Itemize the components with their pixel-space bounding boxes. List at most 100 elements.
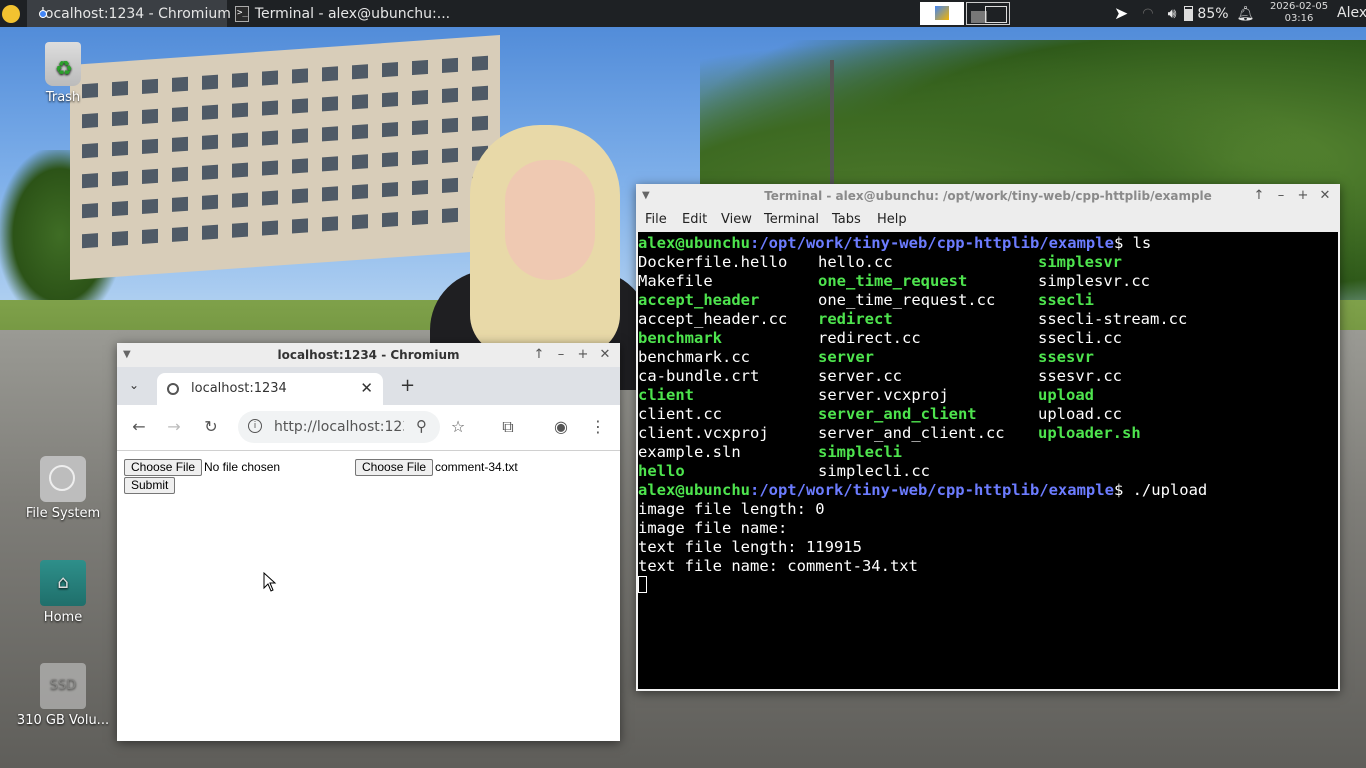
bookmark-star-icon[interactable]: ☆ <box>448 417 468 437</box>
site-info-icon[interactable]: i <box>248 419 262 433</box>
ls-entry-file: server.cc <box>818 367 902 385</box>
ls-output: Dockerfile.hello hello.cc simplesvr Makefil… <box>638 253 1338 481</box>
minimize-icon[interactable]: – <box>550 343 572 367</box>
ls-row: ca-bundle.crt server.cc ssesvr.cc <box>638 367 1338 386</box>
close-icon[interactable]: ✕ <box>1314 184 1336 208</box>
tab-search-icon[interactable]: ⌄ <box>129 378 139 392</box>
terminal-window[interactable]: ▼ Terminal - alex@ubunchu: /opt/work/tin… <box>636 184 1340 691</box>
taskbar-item-chromium[interactable]: localhost:1234 - Chromium <box>27 0 231 27</box>
workspace-2[interactable] <box>966 2 1010 25</box>
terminal-titlebar[interactable]: ▼ Terminal - alex@ubunchu: /opt/work/tin… <box>636 184 1340 208</box>
window-menu-icon[interactable]: ▼ <box>642 184 650 208</box>
drive-icon <box>40 456 86 502</box>
ls-row: benchmark.cc server ssesvr <box>638 348 1338 367</box>
globe-icon <box>167 383 179 395</box>
keep-above-icon[interactable]: ↑ <box>528 343 550 367</box>
extensions-icon[interactable]: ⧉ <box>498 417 518 437</box>
top-panel: localhost:1234 - Chromium >_ Terminal - … <box>0 0 1366 27</box>
ls-entry-file: ca-bundle.crt <box>638 367 760 385</box>
reload-button[interactable]: ↻ <box>201 417 221 437</box>
ls-entry-executable: accept_header <box>638 291 760 309</box>
whisker-menu-icon[interactable] <box>2 5 20 23</box>
forward-button[interactable]: → <box>164 417 184 437</box>
terminal-menubar: File Edit View Terminal Tabs Help <box>636 208 1340 232</box>
terminal-icon: >_ <box>235 5 249 22</box>
ls-entry-executable: ssesvr <box>1038 348 1094 366</box>
ls-entry-file: simplesvr.cc <box>1038 272 1150 290</box>
output-line: text file length: 119915 <box>638 538 862 556</box>
prompt-line: alex@ubunchu:/opt/work/tiny-web/cpp-http… <box>638 234 1152 252</box>
taskbar-item-terminal[interactable]: >_ Terminal - alex@ubunchu:... <box>227 0 450 27</box>
battery-icon[interactable] <box>1184 6 1194 21</box>
ls-entry-executable: redirect <box>818 310 893 328</box>
desktop-icon-volume[interactable]: SSD 310 GB Volu... <box>13 663 113 728</box>
keep-above-icon[interactable]: ↑ <box>1248 184 1270 208</box>
menu-terminal[interactable]: Terminal <box>764 212 819 227</box>
ls-entry-executable: upload <box>1038 386 1094 404</box>
chromium-window[interactable]: ▼ localhost:1234 - Chromium ↑ – + ✕ ⌄ lo… <box>117 343 620 741</box>
terminal-output[interactable]: alex@ubunchu:/opt/work/tiny-web/cpp-http… <box>638 232 1338 689</box>
ls-entry-file: ssesvr.cc <box>1038 367 1122 385</box>
home-folder-icon: ⌂ <box>40 560 86 606</box>
close-tab-icon[interactable]: ✕ <box>360 379 373 397</box>
menu-tabs[interactable]: Tabs <box>832 212 861 227</box>
page-content: Choose File No file chosen Choose File c… <box>117 451 620 741</box>
window-menu-icon[interactable]: ▼ <box>123 343 131 367</box>
ls-entry-file: client.vcxproj <box>638 424 769 442</box>
telegram-icon[interactable]: ➤ <box>1114 4 1128 24</box>
ls-entry-executable: simplesvr <box>1038 253 1122 271</box>
maximize-icon[interactable]: + <box>572 343 594 367</box>
text-file-button[interactable]: Choose File <box>355 459 434 476</box>
ls-entry-file: redirect.cc <box>818 329 921 347</box>
wifi-icon[interactable]: ◠ <box>1142 6 1153 21</box>
ls-entry-file: one_time_request.cc <box>818 291 996 309</box>
image-file-status: No file chosen <box>204 460 281 474</box>
output-line: text file name: comment-34.txt <box>638 557 918 575</box>
ssd-icon: SSD <box>40 663 86 709</box>
ls-entry-executable: hello <box>638 462 685 480</box>
ls-row: hello simplecli.cc <box>638 462 1338 481</box>
user-menu[interactable]: Alex <box>1337 5 1366 21</box>
output-line: image file name: <box>638 519 788 537</box>
minimize-icon[interactable]: – <box>1270 184 1292 208</box>
address-bar[interactable]: i http://localhost:1234 ⚲ <box>238 411 440 443</box>
zoom-icon[interactable]: ⚲ <box>416 417 427 435</box>
volume-icon[interactable]: 🔊︎ <box>1168 6 1177 22</box>
workspace-1[interactable] <box>920 2 964 25</box>
url-text: http://localhost:1234 <box>274 419 404 435</box>
prompt-line: alex@ubunchu:/opt/work/tiny-web/cpp-http… <box>638 481 1208 499</box>
profile-icon[interactable]: ◉ <box>551 417 571 437</box>
ls-entry-executable: benchmark <box>638 329 722 347</box>
new-tab-button[interactable]: + <box>400 375 415 396</box>
ls-entry-file: client.cc <box>638 405 722 423</box>
ls-entry-executable: server <box>818 348 874 366</box>
chromium-titlebar[interactable]: ▼ localhost:1234 - Chromium ↑ – + ✕ <box>117 343 620 367</box>
ls-row: client.cc server_and_client upload.cc <box>638 405 1338 424</box>
desktop-icon-home[interactable]: ⌂ Home <box>13 560 113 625</box>
close-icon[interactable]: ✕ <box>594 343 616 367</box>
menu-view[interactable]: View <box>721 212 752 227</box>
ls-entry-file: Dockerfile.hello <box>638 253 788 271</box>
desktop-icon-trash[interactable]: ♻ Trash <box>13 42 113 105</box>
maximize-icon[interactable]: + <box>1292 184 1314 208</box>
back-button[interactable]: ← <box>129 417 149 437</box>
ls-row: client server.vcxproj upload <box>638 386 1338 405</box>
submit-button[interactable]: Submit <box>124 477 176 494</box>
desktop-icon-file-system[interactable]: File System <box>13 456 113 521</box>
ls-entry-file: Makefile <box>638 272 713 290</box>
ls-entry-executable: ssecli <box>1038 291 1094 309</box>
tab-strip: ⌄ localhost:1234 ✕ + <box>117 367 620 405</box>
ls-entry-file: server.vcxproj <box>818 386 949 404</box>
ls-row: accept_header one_time_request.cc ssecli <box>638 291 1338 310</box>
image-file-button[interactable]: Choose File <box>124 459 203 476</box>
clock[interactable]: 2026-02-05 03:16 <box>1268 1 1330 25</box>
ls-entry-executable: one_time_request <box>818 272 968 290</box>
menu-file[interactable]: File <box>645 212 667 227</box>
menu-help[interactable]: Help <box>877 212 907 227</box>
text-file-status: comment-34.txt <box>435 460 518 474</box>
tab-localhost[interactable]: localhost:1234 ✕ <box>157 373 383 405</box>
menu-kebab-icon[interactable]: ⋮ <box>588 417 608 437</box>
notification-bell-icon[interactable]: 🔔︎ <box>1237 6 1255 22</box>
ls-row: Dockerfile.hello hello.cc simplesvr <box>638 253 1338 272</box>
menu-edit[interactable]: Edit <box>682 212 707 227</box>
